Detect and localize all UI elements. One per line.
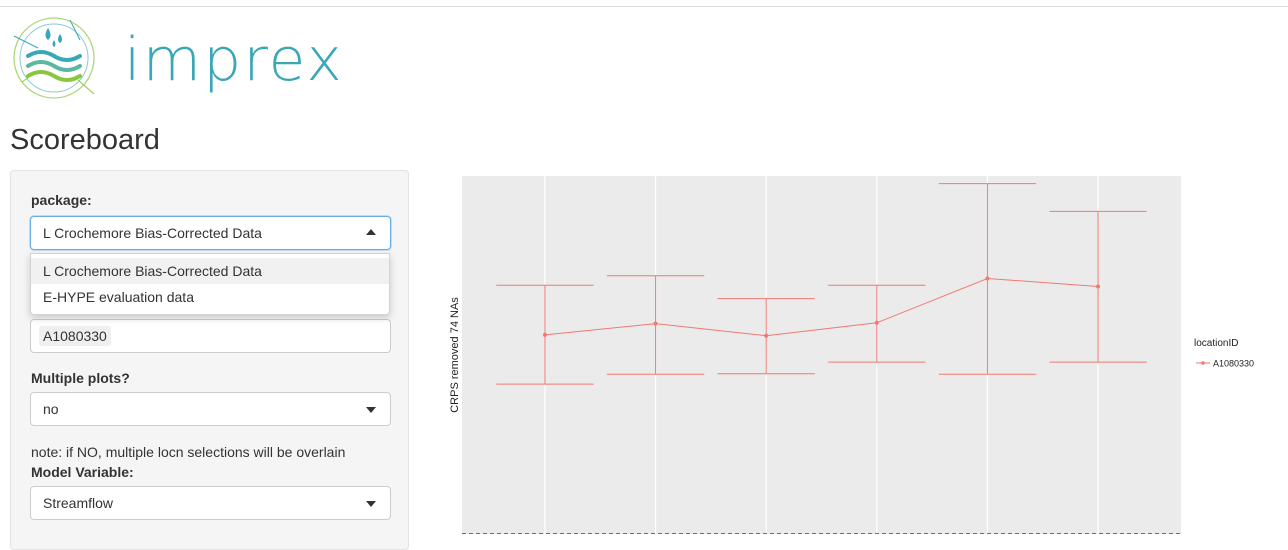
caret-down-icon <box>366 407 376 413</box>
location-tag[interactable]: A1080330 <box>39 326 111 346</box>
multiple-plots-select[interactable]: no <box>30 392 391 426</box>
logo-text: imprex <box>124 25 338 95</box>
overlay-note: note: if NO, multiple locn selections wi… <box>31 444 346 460</box>
caret-up-icon <box>366 229 376 235</box>
data-point-4 <box>874 320 879 325</box>
package-select-value: L Crochemore Bias-Corrected Data <box>43 225 262 241</box>
crps-plot: CRPS removed 74 NAs locationID A1080330 <box>440 170 1288 535</box>
model-variable-value: Streamflow <box>43 495 114 511</box>
page-title: Scoreboard <box>10 124 160 156</box>
sidebar-panel: package: L Crochemore Bias-Corrected Dat… <box>10 170 409 550</box>
model-variable-label: Model Variable: <box>31 464 134 480</box>
imprex-logo-graphic: imprex <box>13 17 342 99</box>
package-option-ehype[interactable]: E-HYPE evaluation data <box>31 284 389 310</box>
caret-down-icon <box>366 501 376 507</box>
data-point-6 <box>1096 284 1101 289</box>
package-label: package: <box>31 192 92 208</box>
multiple-plots-value: no <box>43 401 59 417</box>
data-point-3 <box>764 333 769 338</box>
data-point-1 <box>542 332 547 337</box>
multiple-plots-label: Multiple plots? <box>31 370 130 386</box>
imprex-logo: imprex <box>8 8 342 110</box>
legend-key-point <box>1201 361 1205 365</box>
model-variable-select[interactable]: Streamflow <box>30 486 391 520</box>
data-point-2 <box>653 321 658 326</box>
package-select[interactable]: L Crochemore Bias-Corrected Data <box>30 216 391 250</box>
data-point-5 <box>985 276 990 281</box>
legend-entry: A1080330 <box>1213 359 1254 369</box>
location-select[interactable]: A1080330 <box>30 319 391 353</box>
plot-background <box>462 176 1181 534</box>
y-axis-label: CRPS removed 74 NAs <box>449 297 461 413</box>
browser-strip <box>0 0 1288 7</box>
crps-chart: CRPS removed 74 NAs locationID A1080330 <box>449 176 1254 535</box>
legend-title: locationID <box>1194 338 1238 349</box>
package-dropdown[interactable]: L Crochemore Bias-Corrected Data E-HYPE … <box>30 253 390 315</box>
package-option-crochemore[interactable]: L Crochemore Bias-Corrected Data <box>31 258 389 284</box>
